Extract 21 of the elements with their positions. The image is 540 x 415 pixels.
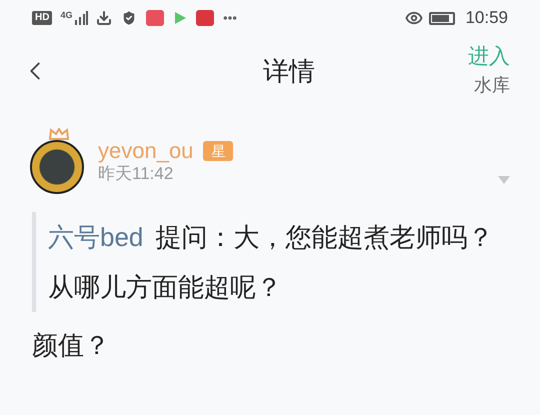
battery-icon [429, 12, 456, 24]
answer-text: 颜值？ [32, 329, 111, 362]
quoted-question: 六号bed 提问：大，您能超煮老师吗？从哪儿方面能超呢？ [48, 221, 494, 304]
crown-icon [49, 128, 69, 140]
asker-link[interactable]: 六号bed [48, 222, 144, 252]
app-icon [146, 10, 164, 26]
member-badge: 星 [203, 141, 234, 161]
group-name: 水库 [474, 74, 510, 97]
hd-badge: HD [32, 11, 52, 25]
shield-icon [120, 9, 138, 27]
clock: 10:59 [465, 7, 508, 30]
signal-icon [74, 11, 88, 25]
enter-button[interactable]: 进入 [468, 43, 510, 71]
download-icon [96, 10, 112, 26]
network-label: 4G [60, 10, 72, 20]
post-time: 昨天11:42 [98, 164, 174, 184]
play-icon [172, 10, 188, 26]
eye-icon [405, 9, 424, 27]
username[interactable]: yevon_ou [98, 138, 194, 164]
app-icon [196, 10, 214, 26]
page-title: 详情 [263, 54, 315, 88]
